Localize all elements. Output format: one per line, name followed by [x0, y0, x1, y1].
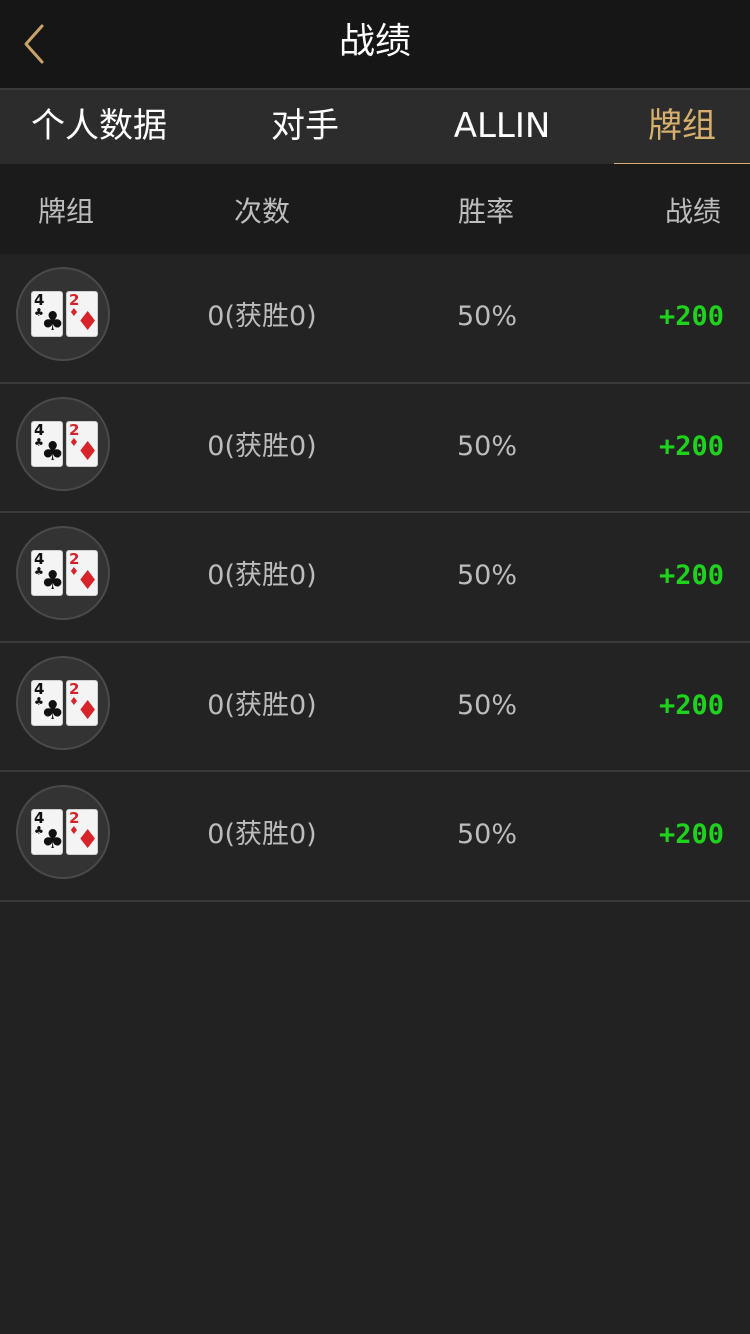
club-icon: ♣ [41, 825, 65, 856]
playing-card: 2 ♦ ♦ [66, 291, 100, 337]
club-icon: ♣ [41, 307, 65, 337]
playing-card: 4 ♣ ♣ [31, 550, 65, 597]
diamond-icon: ♦ [76, 436, 100, 467]
hand-cards-badge: 4 ♣ ♣ 2 ♦ ♦ [16, 396, 110, 491]
score-value: +200 [658, 301, 724, 332]
hand-cards-badge: 4 ♣ ♣ 2 ♦ ♦ [16, 785, 110, 880]
table-row[interactable]: 4 ♣ ♣ 2 ♦ ♦ 0(获胜0) 50% +200 [0, 383, 750, 514]
diamond-icon: ♦ [76, 825, 100, 856]
top-nav-bar: 战绩 [0, 0, 750, 88]
win-rate: 50% [456, 560, 517, 592]
hand-count: 0(获胜0) [207, 560, 317, 592]
win-rate: 50% [456, 689, 517, 721]
score-value: +200 [658, 560, 724, 592]
tab-personal-data[interactable]: 个人数据 [0, 90, 198, 166]
table-row[interactable]: 4 ♣ ♣ 2 ♦ ♦ 0(获胜0) 50% +200 [0, 513, 750, 643]
hand-cards-badge: 4 ♣ ♣ 2 ♦ ♦ [16, 655, 110, 750]
hand-cards-badge: 4 ♣ ♣ 2 ♦ ♦ [16, 267, 110, 361]
score-value: +200 [658, 689, 724, 721]
playing-card: 2 ♦ ♦ [66, 809, 100, 856]
tab-allin[interactable]: ALLIN [402, 90, 602, 166]
page-title: 战绩 [338, 21, 411, 62]
playing-card: 2 ♦ ♦ [66, 679, 100, 726]
hand-count: 0(获胜0) [207, 430, 317, 462]
playing-card: 4 ♣ ♣ [31, 420, 65, 467]
table-row[interactable]: 4 ♣ ♣ 2 ♦ ♦ 0(获胜0) 50% +200 [0, 642, 750, 773]
column-header-count: 次数 [234, 195, 291, 228]
tab-opponents[interactable]: 对手 [205, 90, 405, 166]
table-row[interactable]: 4 ♣ ♣ 2 ♦ ♦ 0(获胜0) 50% +200 [0, 772, 750, 902]
playing-card: 2 ♦ ♦ [66, 550, 100, 597]
diamond-icon: ♦ [76, 566, 100, 597]
diamond-icon: ♦ [76, 695, 100, 726]
playing-card: 2 ♦ ♦ [66, 420, 100, 467]
column-header-score: 战绩 [665, 195, 722, 228]
tab-hands[interactable]: 牌组 [614, 90, 750, 166]
win-rate: 50% [456, 301, 517, 332]
club-icon: ♣ [41, 566, 65, 597]
playing-card: 4 ♣ ♣ [31, 679, 65, 726]
club-icon: ♣ [41, 695, 65, 726]
column-header-rate: 胜率 [458, 195, 515, 228]
tab-bar: 个人数据 对手 ALLIN 牌组 [0, 88, 750, 166]
playing-card: 4 ♣ ♣ [31, 291, 65, 337]
column-header-hand: 牌组 [38, 195, 95, 228]
hand-count: 0(获胜0) [207, 689, 317, 721]
win-rate: 50% [456, 430, 517, 462]
hand-cards-badge: 4 ♣ ♣ 2 ♦ ♦ [16, 526, 110, 621]
win-rate: 50% [456, 819, 517, 851]
table-header: 牌组 次数 胜率 战绩 [0, 164, 750, 254]
table-row[interactable]: 4 ♣ ♣ 2 ♦ ♦ 0(获胜0) 50% +200 [0, 254, 750, 384]
playing-card: 4 ♣ ♣ [31, 809, 65, 856]
hands-list: 4 ♣ ♣ 2 ♦ ♦ 0(获胜0) 50% +200 4 ♣ ♣ 2 ♦ ♦ [0, 254, 750, 902]
diamond-icon: ♦ [76, 307, 100, 337]
score-value: +200 [658, 430, 724, 462]
hand-count: 0(获胜0) [207, 819, 317, 851]
score-value: +200 [658, 819, 724, 851]
club-icon: ♣ [41, 436, 65, 467]
hand-count: 0(获胜0) [207, 301, 317, 332]
